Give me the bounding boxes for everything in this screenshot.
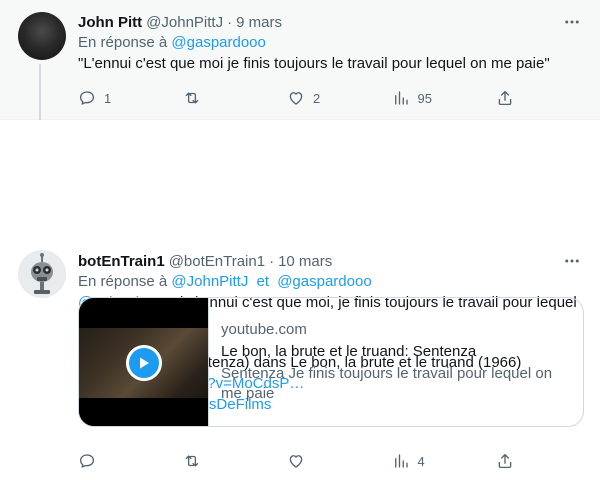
reply-mention[interactable]: @gaspardooo	[171, 34, 265, 51]
reply-prefix: En réponse à	[78, 34, 168, 51]
tweet-date[interactable]: 10 mars	[278, 253, 332, 270]
reply-button[interactable]	[78, 451, 168, 471]
card-body: youtube.com Le bon, la brute et le truan…	[209, 298, 583, 426]
reply-mention[interactable]: @gaspardooo	[277, 273, 371, 290]
video-thumbnail[interactable]	[79, 298, 209, 426]
share-icon	[498, 453, 512, 469]
tweet-actions: 1 2 95	[78, 88, 514, 108]
letterbox-top	[79, 298, 208, 328]
share-icon	[498, 90, 512, 106]
reply-connector: et	[256, 273, 270, 290]
retweet-button[interactable]	[183, 451, 273, 471]
reply-context: En réponse à @gaspardooo	[78, 33, 582, 53]
like-count: 2	[313, 90, 321, 106]
reply-icon	[79, 454, 95, 468]
tweet-date[interactable]: 9 mars	[236, 14, 282, 31]
letterbox-bottom	[79, 398, 208, 426]
retweet-icon	[185, 455, 198, 467]
more-horizontal-icon[interactable]	[562, 12, 582, 32]
retweet-icon	[185, 92, 198, 104]
avatar[interactable]	[18, 12, 66, 60]
card-description: Sentenza Je finis toujours le travail po…	[221, 365, 553, 402]
card-domain: youtube.com	[221, 321, 307, 338]
reply-count: 1	[104, 90, 112, 106]
separator-dot: ·	[269, 252, 275, 270]
views-button[interactable]: 95	[392, 88, 482, 108]
tweet-botentrain1[interactable]: botEnTrain1 @botEnTrain1 · 10 mars En ré…	[0, 120, 600, 480]
tweet-text: "L'ennui c'est que moi je finis toujours…	[78, 55, 550, 72]
like-button[interactable]	[287, 451, 377, 471]
avatar[interactable]	[18, 250, 66, 298]
share-button[interactable]	[496, 451, 514, 471]
author-name[interactable]: botEnTrain1	[78, 253, 165, 270]
tweet-actions: 4	[78, 451, 514, 471]
link-card[interactable]: youtube.com Le bon, la brute et le truan…	[78, 297, 584, 427]
views-button[interactable]: 4	[392, 451, 482, 471]
author-name[interactable]: John Pitt	[78, 14, 142, 31]
reply-icon	[79, 91, 95, 105]
like-button[interactable]: 2	[287, 88, 377, 108]
thread-line	[39, 64, 41, 120]
separator-dot: ·	[227, 13, 233, 31]
analytics-icon	[394, 91, 408, 105]
share-button[interactable]	[496, 88, 514, 108]
views-count: 4	[417, 453, 425, 469]
reply-button[interactable]: 1	[78, 88, 168, 108]
reply-mention[interactable]: @JohnPittJ	[171, 273, 248, 290]
author-handle[interactable]: @botEnTrain1	[169, 253, 265, 270]
heart-icon	[289, 92, 303, 105]
heart-icon	[289, 455, 303, 468]
author-handle[interactable]: @JohnPittJ	[146, 14, 223, 31]
tweet-content: John Pitt @JohnPittJ · 9 mars En réponse…	[78, 12, 582, 74]
more-horizontal-icon[interactable]	[562, 251, 582, 271]
analytics-icon	[394, 454, 408, 468]
tweet-header: botEnTrain1 @botEnTrain1 · 10 mars	[78, 251, 582, 271]
tweet-header: John Pitt @JohnPittJ · 9 mars	[78, 12, 582, 32]
play-icon[interactable]	[126, 345, 162, 381]
reply-context: En réponse à @JohnPittJ et @gaspardooo	[78, 272, 582, 292]
views-count: 95	[417, 90, 432, 106]
card-title: Le bon, la brute et le truand: Sentenza	[221, 343, 477, 360]
retweet-button[interactable]	[183, 88, 273, 108]
tweet-john-pitt[interactable]: John Pitt @JohnPittJ · 9 mars En réponse…	[0, 0, 600, 120]
reply-prefix: En réponse à	[78, 273, 168, 290]
